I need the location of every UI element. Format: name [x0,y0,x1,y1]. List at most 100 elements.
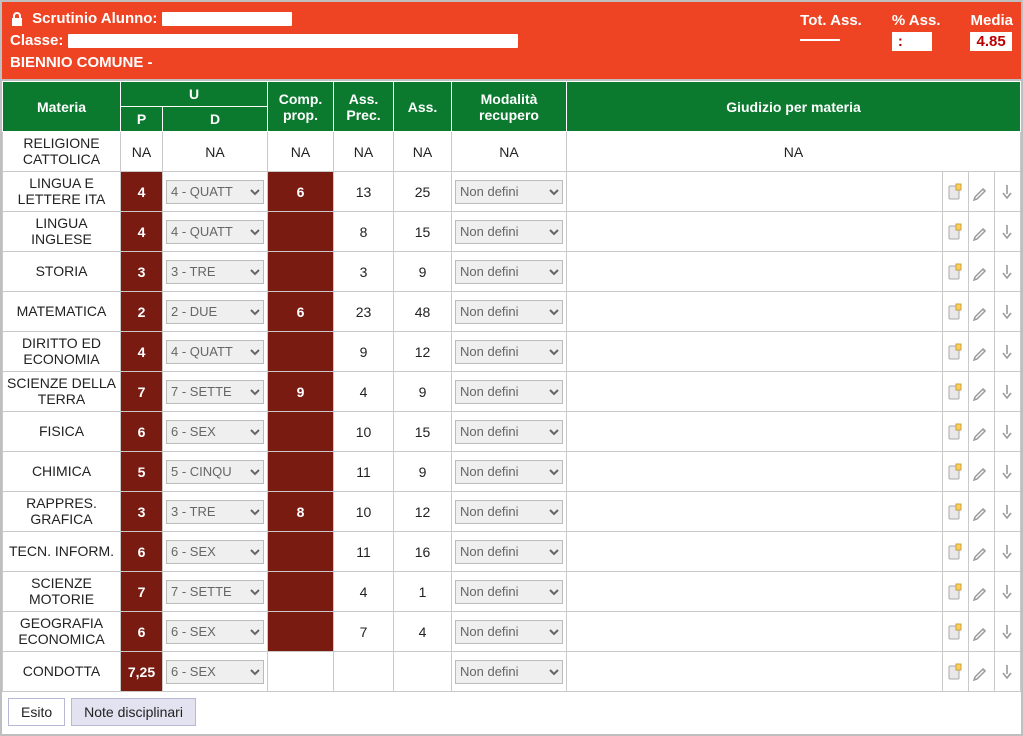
table-row: RELIGIONE CATTOLICANANANANANANANA [3,132,1021,172]
grade-select[interactable]: 7 - SETTE [166,380,264,404]
mod-select[interactable]: Non defini [455,300,563,324]
pencil-icon[interactable] [968,532,994,572]
arrow-down-icon[interactable] [994,372,1020,412]
table-row: TECN. INFORM.66 - SEX1116Non defini [3,532,1021,572]
arrow-down-icon[interactable] [994,492,1020,532]
cell-ass: 12 [394,332,452,372]
pencil-icon[interactable] [968,652,994,692]
grade-select[interactable]: 3 - TRE [166,500,264,524]
pencil-icon[interactable] [968,332,994,372]
th-p: P [121,107,163,132]
edit-note-icon[interactable] [942,292,968,332]
mod-select[interactable]: Non defini [455,500,563,524]
mod-select[interactable]: Non defini [455,460,563,484]
edit-note-icon[interactable] [942,172,968,212]
arrow-down-icon[interactable] [994,412,1020,452]
cell-ass: 25 [394,172,452,212]
cell-comp: 6 [268,172,334,212]
cell-mod: Non defini [452,492,567,532]
tab-esito[interactable]: Esito [8,698,65,726]
edit-note-icon[interactable] [942,372,968,412]
cell-comp [268,252,334,292]
stat-pctass-label: % Ass. [892,12,941,29]
cell-p: 3 [121,252,163,292]
edit-note-icon[interactable] [942,332,968,372]
cell-d: 4 - QUATT [163,332,268,372]
arrow-down-icon[interactable] [994,572,1020,612]
mod-select[interactable]: Non defini [455,540,563,564]
cell-comp [268,212,334,252]
edit-note-icon[interactable] [942,452,968,492]
mod-select[interactable]: Non defini [455,620,563,644]
cell-comp: NA [268,132,334,172]
edit-note-icon[interactable] [942,572,968,612]
pencil-icon[interactable] [968,612,994,652]
grade-select[interactable]: 4 - QUATT [166,340,264,364]
mod-select[interactable]: Non defini [455,380,563,404]
edit-note-icon[interactable] [942,612,968,652]
arrow-down-icon[interactable] [994,252,1020,292]
cell-giudizio [567,612,943,652]
pencil-icon[interactable] [968,412,994,452]
edit-note-icon[interactable] [942,652,968,692]
arrow-down-icon[interactable] [994,212,1020,252]
cell-mod: Non defini [452,212,567,252]
cell-d: 7 - SETTE [163,572,268,612]
cell-d: 4 - QUATT [163,172,268,212]
arrow-down-icon[interactable] [994,172,1020,212]
cell-ass: 9 [394,372,452,412]
arrow-down-icon[interactable] [994,532,1020,572]
pencil-icon[interactable] [968,572,994,612]
mod-select[interactable]: Non defini [455,660,563,684]
cell-comp: 9 [268,372,334,412]
pencil-icon[interactable] [968,212,994,252]
cell-giudizio [567,452,943,492]
pencil-icon[interactable] [968,452,994,492]
grade-select[interactable]: 6 - SEX [166,540,264,564]
cell-giudizio [567,212,943,252]
mod-select[interactable]: Non defini [455,580,563,604]
mod-select[interactable]: Non defini [455,220,563,244]
th-d: D [163,107,268,132]
pencil-icon[interactable] [968,372,994,412]
tab-note[interactable]: Note disciplinari [71,698,196,726]
cell-p: 6 [121,612,163,652]
edit-note-icon[interactable] [942,212,968,252]
cell-d: 6 - SEX [163,652,268,692]
mod-select[interactable]: Non defini [455,180,563,204]
arrow-down-icon[interactable] [994,612,1020,652]
edit-note-icon[interactable] [942,492,968,532]
header-left: Scrutinio Alunno: Classe: BIENNIO COMUNE… [10,8,518,73]
mod-select[interactable]: Non defini [455,260,563,284]
pencil-icon[interactable] [968,172,994,212]
grade-select[interactable]: 4 - QUATT [166,220,264,244]
arrow-down-icon[interactable] [994,652,1020,692]
edit-note-icon[interactable] [942,252,968,292]
pencil-icon[interactable] [968,292,994,332]
cell-materia: CONDOTTA [3,652,121,692]
grade-select[interactable]: 6 - SEX [166,420,264,444]
pencil-icon[interactable] [968,492,994,532]
arrow-down-icon[interactable] [994,332,1020,372]
cell-giudizio [567,172,943,212]
cell-giudizio [567,332,943,372]
arrow-down-icon[interactable] [994,452,1020,492]
arrow-down-icon[interactable] [994,292,1020,332]
grade-select[interactable]: 6 - SEX [166,620,264,644]
edit-note-icon[interactable] [942,412,968,452]
cell-p: 2 [121,292,163,332]
grade-select[interactable]: 3 - TRE [166,260,264,284]
pencil-icon[interactable] [968,252,994,292]
mod-select[interactable]: Non defini [455,420,563,444]
grade-select[interactable]: 4 - QUATT [166,180,264,204]
grade-select[interactable]: 6 - SEX [166,660,264,684]
edit-note-icon[interactable] [942,532,968,572]
grade-select[interactable]: 2 - DUE [166,300,264,324]
cell-giudizio [567,532,943,572]
grade-select[interactable]: 5 - CINQU [166,460,264,484]
classe-redacted [68,34,518,48]
cell-comp [268,532,334,572]
mod-select[interactable]: Non defini [455,340,563,364]
grade-select[interactable]: 7 - SETTE [166,580,264,604]
cell-p: 4 [121,332,163,372]
